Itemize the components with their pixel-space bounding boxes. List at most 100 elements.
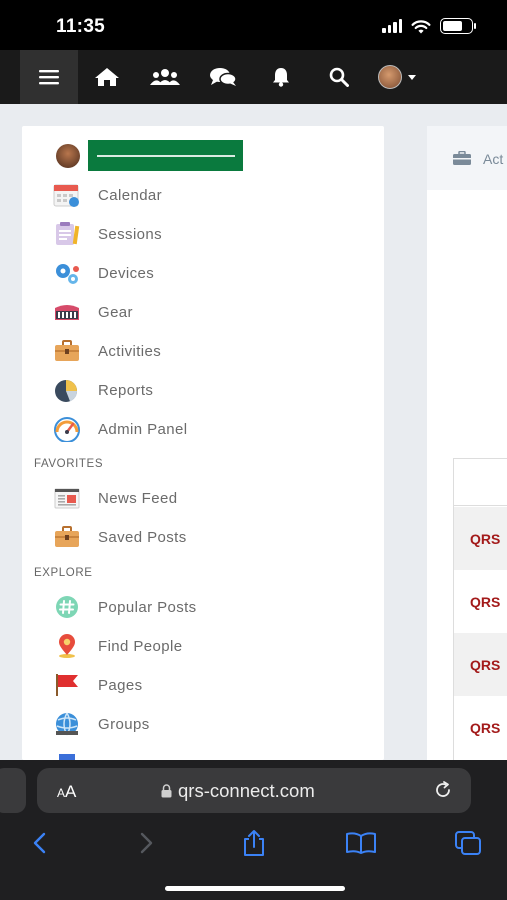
book-icon [346,832,376,854]
top-nav [0,50,507,104]
address-bar[interactable]: AA qrs-connect.com [37,768,471,813]
sidebar-item-sessions[interactable]: Sessions [52,220,162,248]
status-bar: 11:35 [0,0,507,50]
browser-chrome: AA qrs-connect.com [0,760,507,900]
sidebar-item-activities[interactable]: Activities [52,337,161,365]
flag-icon [52,671,82,699]
sidebar-item-label: Calendar [98,186,163,204]
reader-options-button[interactable]: AA [57,782,76,802]
share-button[interactable] [237,828,271,858]
friends-button[interactable] [136,50,194,104]
messages-button[interactable] [194,50,252,104]
gears-icon [52,259,82,287]
map-pin-icon [52,632,82,660]
bookmarks-button[interactable] [344,828,378,858]
sidebar-item-news-feed[interactable]: News Feed [52,484,177,512]
sidebar: Calendar Sessions Devices Gear Activitie… [22,126,384,760]
search-button[interactable] [310,50,368,104]
table-header-row [454,459,507,506]
sidebar-item-groups[interactable]: Groups [52,710,150,738]
forward-button[interactable] [130,828,164,858]
section-header-explore: EXPLORE [34,567,93,579]
sidebar-item-gear[interactable]: Gear [52,298,133,326]
share-icon [244,830,264,856]
activities-header: Act [427,126,507,190]
partial-icon [52,749,82,760]
sidebar-item-label: Gear [98,303,133,321]
profile-link[interactable] [56,140,243,171]
row-code-link[interactable]: QRS [470,657,500,673]
home-icon [95,68,119,86]
chevron-down-icon [408,74,416,80]
sidebar-item-find-people[interactable]: Find People [52,632,182,660]
avatar [378,65,402,89]
notifications-button[interactable] [252,50,310,104]
table-row[interactable]: QRS [454,507,507,570]
browser-toolbar [0,820,507,864]
account-menu-button[interactable] [368,50,426,104]
tabs-button[interactable] [451,828,485,858]
reload-button[interactable] [433,780,453,805]
home-indicator [165,886,345,891]
sidebar-item-label: Find People [98,637,183,655]
activities-table: QRS QRS QRS QRS [453,458,507,760]
sidebar-item-calendar[interactable]: Calendar [52,181,162,209]
sidebar-item-label: Popular Posts [98,598,197,616]
sidebar-item-reports[interactable]: Reports [52,376,153,404]
sidebar-item-saved-posts[interactable]: Saved Posts [52,523,187,551]
section-header-favorites: FAVORITES [34,458,104,470]
url-display[interactable]: qrs-connect.com [161,780,315,802]
row-code-link[interactable]: QRS [470,531,500,547]
profile-name-redacted[interactable] [88,140,243,171]
sidebar-item-pages[interactable]: Pages [52,671,143,699]
row-code-link[interactable]: QRS [470,720,500,736]
status-time: 11:35 [56,16,106,37]
sidebar-item-label: Groups [98,715,150,733]
table-row[interactable]: QRS [454,696,507,759]
briefcase-icon [52,337,82,365]
chevron-right-icon [140,832,153,854]
menu-icon [39,70,59,85]
sidebar-item-label: Pages [98,676,143,694]
table-row[interactable]: QRS [454,570,507,633]
sessions-icon [52,220,82,248]
sidebar-item-label: Devices [98,264,155,282]
keyboard-icon [52,298,82,326]
battery-icon [440,18,476,34]
pie-chart-icon [52,376,82,404]
sidebar-item-label: Activities [98,342,162,360]
sidebar-item-partial[interactable] [52,749,82,760]
users-icon [150,69,180,85]
briefcase-icon [453,151,471,165]
row-code-link[interactable]: QRS [470,594,500,610]
avatar [56,143,80,168]
lock-icon [161,784,172,798]
activities-header-label: Act [483,151,504,167]
back-button[interactable] [22,828,56,858]
wifi-icon [411,19,431,33]
main-content-panel: Act QRS QRS QRS QRS [427,126,507,760]
home-button[interactable] [78,50,136,104]
table-row[interactable]: QRS [454,633,507,696]
gauge-icon [52,415,82,443]
reload-icon [436,781,450,797]
newspaper-icon [52,484,82,512]
sidebar-item-label: News Feed [98,489,178,507]
url-text: qrs-connect.com [178,780,315,801]
search-icon [329,67,349,87]
sidebar-item-label: Reports [98,381,154,399]
bell-icon [273,68,289,87]
hamburger-menu-button[interactable] [20,50,78,104]
chat-icon [210,68,237,86]
status-icons [382,18,476,34]
previous-tab-preview[interactable] [0,768,26,813]
sidebar-item-label: Saved Posts [98,528,187,546]
sidebar-item-label: Sessions [98,225,163,243]
sidebar-item-popular-posts[interactable]: Popular Posts [52,593,197,621]
cellular-signal-icon [382,19,402,33]
sidebar-item-devices[interactable]: Devices [52,259,154,287]
tabs-icon [455,831,481,855]
hashtag-icon [52,593,82,621]
sidebar-item-admin-panel[interactable]: Admin Panel [52,415,187,443]
globe-icon [52,710,82,738]
